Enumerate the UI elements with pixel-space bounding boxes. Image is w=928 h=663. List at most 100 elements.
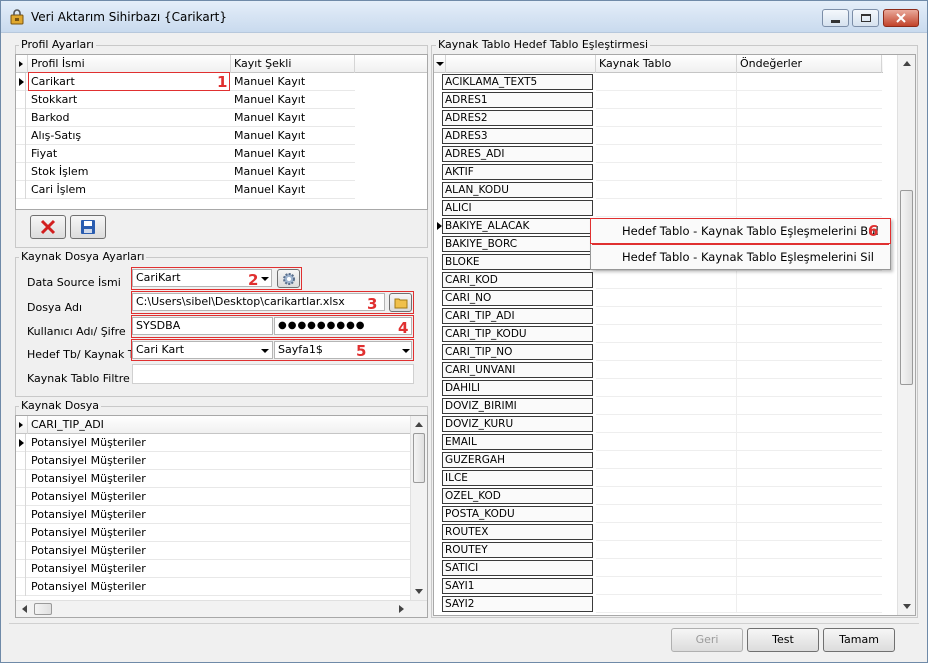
default-value-cell[interactable] <box>737 505 882 523</box>
target-field-cell[interactable]: AKTIF <box>442 164 593 180</box>
mapping-row[interactable]: ROUTEX <box>434 523 883 541</box>
default-value-cell[interactable] <box>737 415 882 433</box>
default-value-cell[interactable] <box>737 325 882 343</box>
target-field-cell[interactable]: DOVIZ_BIRIMI <box>442 398 593 414</box>
profile-name-cell[interactable]: Stokkart <box>28 91 231 109</box>
default-value-cell[interactable] <box>737 433 882 451</box>
source-table-cell[interactable] <box>596 307 737 325</box>
source-table-cell[interactable] <box>596 559 737 577</box>
target-field-cell[interactable]: ALICI <box>442 200 593 216</box>
mapping-row[interactable]: GUZERGAH <box>434 451 883 469</box>
default-value-cell[interactable] <box>737 541 882 559</box>
source-table-cell[interactable] <box>596 397 737 415</box>
scroll-thumb[interactable] <box>413 433 425 483</box>
cari-tip-adi-cell[interactable]: Potansiyel Müşteriler <box>28 488 408 506</box>
default-value-cell[interactable] <box>737 361 882 379</box>
record-mode-cell[interactable]: Manuel Kayıt <box>231 145 355 163</box>
cari-tip-adi-cell[interactable]: Potansiyel Müşteriler <box>28 434 408 452</box>
source-table-cell[interactable] <box>596 523 737 541</box>
target-field-cell[interactable]: SAYI2 <box>442 596 593 612</box>
profile-row[interactable]: Alış-Satış Manuel Kayıt <box>16 127 355 145</box>
default-value-cell[interactable] <box>737 289 882 307</box>
default-value-cell[interactable] <box>737 379 882 397</box>
default-value-cell[interactable] <box>737 127 882 145</box>
row-selector[interactable] <box>16 560 26 578</box>
default-value-cell[interactable] <box>737 577 882 595</box>
mapping-row[interactable]: DOVIZ_BIRIMI <box>434 397 883 415</box>
cari-tip-adi-cell[interactable]: Potansiyel Müşteriler <box>28 524 408 542</box>
source-table-cell[interactable] <box>596 163 737 181</box>
record-mode-cell[interactable]: Manuel Kayıt <box>231 127 355 145</box>
source-table-cell[interactable] <box>596 451 737 469</box>
target-field-cell[interactable]: ADRES1 <box>442 92 593 108</box>
column-cari-tip-adi[interactable]: CARI_TIP_ADI <box>28 416 410 434</box>
close-button[interactable] <box>883 9 919 27</box>
mapping-row[interactable]: ALICI <box>434 199 883 217</box>
mapping-row[interactable]: DAHILI <box>434 379 883 397</box>
finish-button[interactable]: Tamam <box>823 628 895 652</box>
target-field-cell[interactable]: CARI_UNVANI <box>442 362 593 378</box>
mapping-row[interactable]: ROUTEY <box>434 541 883 559</box>
record-mode-cell[interactable]: Manuel Kayıt <box>231 91 355 109</box>
source-table-cell[interactable] <box>596 289 737 307</box>
cari-tip-adi-cell[interactable]: Potansiyel Müşteriler <box>28 578 408 596</box>
mapping-row[interactable]: CARI_NO <box>434 289 883 307</box>
mapping-row[interactable]: CARI_TIP_KODU <box>434 325 883 343</box>
record-mode-cell[interactable]: Manuel Kayıt <box>231 163 355 181</box>
source-table-cell[interactable] <box>596 73 737 91</box>
default-value-cell[interactable] <box>737 271 882 289</box>
target-field-cell[interactable]: ADRES2 <box>442 110 593 126</box>
column-source-table[interactable]: Kaynak Tablo <box>596 55 737 73</box>
column-default-values[interactable]: Öndeğerler <box>737 55 882 73</box>
mapping-row[interactable]: POSTA_KODU <box>434 505 883 523</box>
profile-name-cell[interactable]: Stok İşlem <box>28 163 231 181</box>
target-field-cell[interactable]: ADRES3 <box>442 128 593 144</box>
target-field-cell[interactable]: ADRES_ADI <box>442 146 593 162</box>
default-value-cell[interactable] <box>737 181 882 199</box>
source-table-cell[interactable] <box>596 595 737 613</box>
row-selector[interactable] <box>16 181 26 199</box>
row-selector[interactable] <box>16 578 26 596</box>
default-value-cell[interactable] <box>737 559 882 577</box>
mapping-row[interactable]: EMAIL <box>434 433 883 451</box>
target-field-cell[interactable]: POSTA_KODU <box>442 506 593 522</box>
source-file-row[interactable]: Potansiyel Müşteriler <box>16 542 410 560</box>
profile-name-cell[interactable]: Barkod <box>28 109 231 127</box>
target-field-cell[interactable]: ROUTEX <box>442 524 593 540</box>
mapping-row[interactable]: CARI_TIP_ADI <box>434 307 883 325</box>
source-file-row[interactable]: Potansiyel Müşteriler <box>16 578 410 596</box>
source-filter-input[interactable] <box>132 364 414 384</box>
mapping-row[interactable]: SAYI2 <box>434 595 883 613</box>
default-value-cell[interactable] <box>737 343 882 361</box>
save-profile-button[interactable] <box>70 215 106 239</box>
row-selector[interactable] <box>16 470 26 488</box>
vertical-scrollbar[interactable] <box>410 416 427 600</box>
default-value-cell[interactable] <box>737 595 882 613</box>
default-value-cell[interactable] <box>737 523 882 541</box>
source-table-cell[interactable] <box>596 541 737 559</box>
back-button[interactable]: Geri <box>671 628 743 652</box>
mapping-row[interactable]: CARI_KOD <box>434 271 883 289</box>
row-selector[interactable] <box>16 524 26 542</box>
record-mode-cell[interactable]: Manuel Kayıt <box>231 73 355 91</box>
profile-name-cell[interactable]: Alış-Satış <box>28 127 231 145</box>
column-target-field[interactable] <box>446 55 596 73</box>
profile-row[interactable]: Stokkart Manuel Kayıt <box>16 91 355 109</box>
default-value-cell[interactable] <box>737 91 882 109</box>
horizontal-scrollbar[interactable] <box>16 600 427 617</box>
mapping-row[interactable]: ACIKLAMA_TEXT5 <box>434 73 883 91</box>
row-selector[interactable] <box>16 488 26 506</box>
source-file-row[interactable]: Potansiyel Müşteriler <box>16 434 410 452</box>
cari-tip-adi-cell[interactable]: Potansiyel Müşteriler <box>28 506 408 524</box>
mapping-row[interactable]: AKTIF <box>434 163 883 181</box>
source-table-cell[interactable] <box>596 109 737 127</box>
mapping-row[interactable]: CARI_UNVANI <box>434 361 883 379</box>
source-table-cell[interactable] <box>596 361 737 379</box>
source-table-cell[interactable] <box>596 199 737 217</box>
cari-tip-adi-cell[interactable]: Potansiyel Müşteriler <box>28 470 408 488</box>
mapping-row[interactable]: SAYI1 <box>434 577 883 595</box>
target-field-cell[interactable]: DAHILI <box>442 380 593 396</box>
mapping-row[interactable]: CARI_TIP_NO <box>434 343 883 361</box>
column-profile-name[interactable]: Profil İsmi <box>28 55 231 73</box>
mapping-row[interactable]: SATICI <box>434 559 883 577</box>
